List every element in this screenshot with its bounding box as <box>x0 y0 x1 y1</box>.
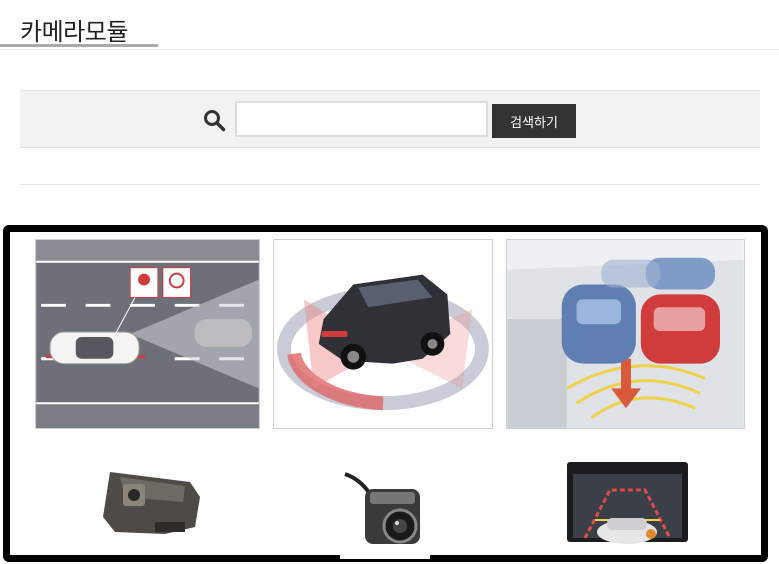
product-gallery <box>3 225 768 562</box>
parking-assist-illustration-icon <box>507 240 744 428</box>
gallery-item-lane-warning[interactable] <box>35 239 260 429</box>
gallery-item-suv-360-view[interactable] <box>273 239 493 429</box>
title-underline <box>0 44 158 47</box>
search-icon[interactable] <box>202 108 226 132</box>
search-input[interactable] <box>235 101 488 137</box>
gallery-item-parking-assist[interactable] <box>506 239 745 429</box>
parking-monitor-display-icon <box>565 460 690 555</box>
page-title: 카메라모듈 <box>20 18 128 46</box>
search-bar: 검색하기 <box>20 90 760 148</box>
gallery-item-camera-bracket[interactable] <box>95 462 205 542</box>
section-divider <box>20 184 760 185</box>
lane-warning-illustration-icon <box>36 240 259 428</box>
page-header: 카메라모듈 <box>0 0 779 50</box>
search-button[interactable]: 검색하기 <box>492 104 576 138</box>
gallery-item-rear-camera[interactable] <box>340 464 430 559</box>
camera-module-bracket-icon <box>95 462 205 542</box>
rear-view-camera-icon <box>340 464 430 559</box>
gallery-item-parking-monitor[interactable] <box>565 460 690 555</box>
suv-360-view-illustration-icon <box>274 240 492 428</box>
